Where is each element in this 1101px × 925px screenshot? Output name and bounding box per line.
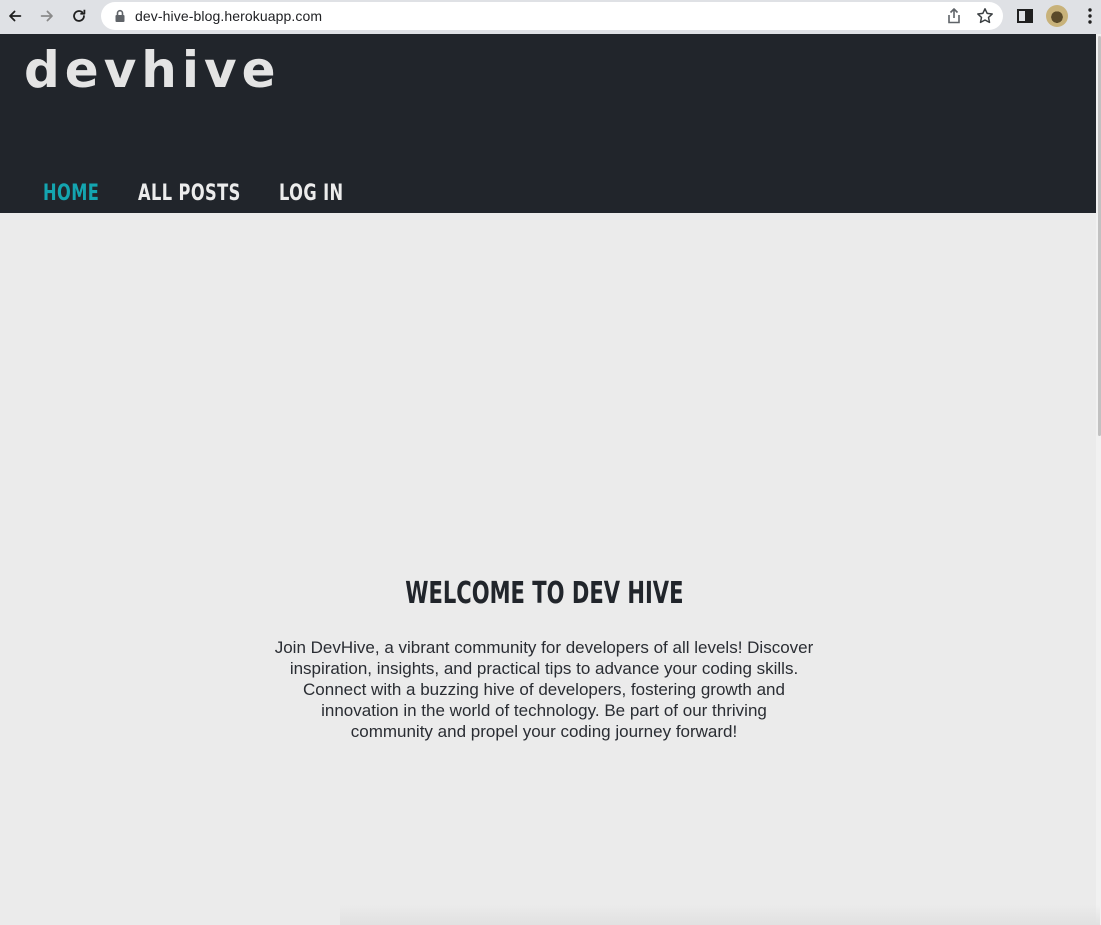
hero-title-text: Welcome to Dev Hive xyxy=(404,576,684,611)
site-header: devhive Home All Posts Log In xyxy=(0,34,1096,213)
bookmark-star-icon[interactable] xyxy=(976,7,994,25)
hero-description-line: Connect with a buzzing hive of developer… xyxy=(303,680,785,699)
back-icon[interactable] xyxy=(3,4,27,28)
hero-description-line: Join DevHive, a vibrant community for de… xyxy=(274,638,814,657)
url-text[interactable]: dev-hive-blog.herokuapp.com xyxy=(135,8,322,24)
nav-all-posts-link[interactable]: All Posts xyxy=(138,180,254,208)
bottom-shadow xyxy=(340,905,1100,925)
hero-description-line: inspiration, insights, and practical tip… xyxy=(289,659,799,678)
lock-icon[interactable] xyxy=(114,9,126,23)
nav-home-link[interactable]: Home xyxy=(43,180,121,208)
address-bar[interactable]: dev-hive-blog.herokuapp.com xyxy=(101,2,1003,30)
nav-log-in-link[interactable]: Log In xyxy=(279,180,344,208)
browser-toolbar: dev-hive-blog.herokuapp.com xyxy=(0,0,1101,34)
forward-icon[interactable] xyxy=(35,4,59,28)
side-panel-icon[interactable] xyxy=(1015,6,1035,26)
hero-description-line: innovation in the world of technology. B… xyxy=(321,701,767,720)
brand-logo[interactable]: devhive xyxy=(24,40,281,100)
hero-description: Join DevHive, a vibrant community for de… xyxy=(262,637,826,742)
kebab-menu-icon[interactable] xyxy=(1080,6,1100,26)
hero-title: Welcome to Dev Hive xyxy=(0,575,1088,613)
hero-section: Welcome to Dev Hive Join DevHive, a vibr… xyxy=(0,213,1096,925)
profile-avatar[interactable] xyxy=(1046,5,1068,27)
hero-description-line: community and propel your coding journey… xyxy=(350,722,738,741)
share-icon[interactable] xyxy=(945,7,963,25)
reload-icon[interactable] xyxy=(67,4,91,28)
main-nav: Home All Posts Log In xyxy=(43,180,358,208)
